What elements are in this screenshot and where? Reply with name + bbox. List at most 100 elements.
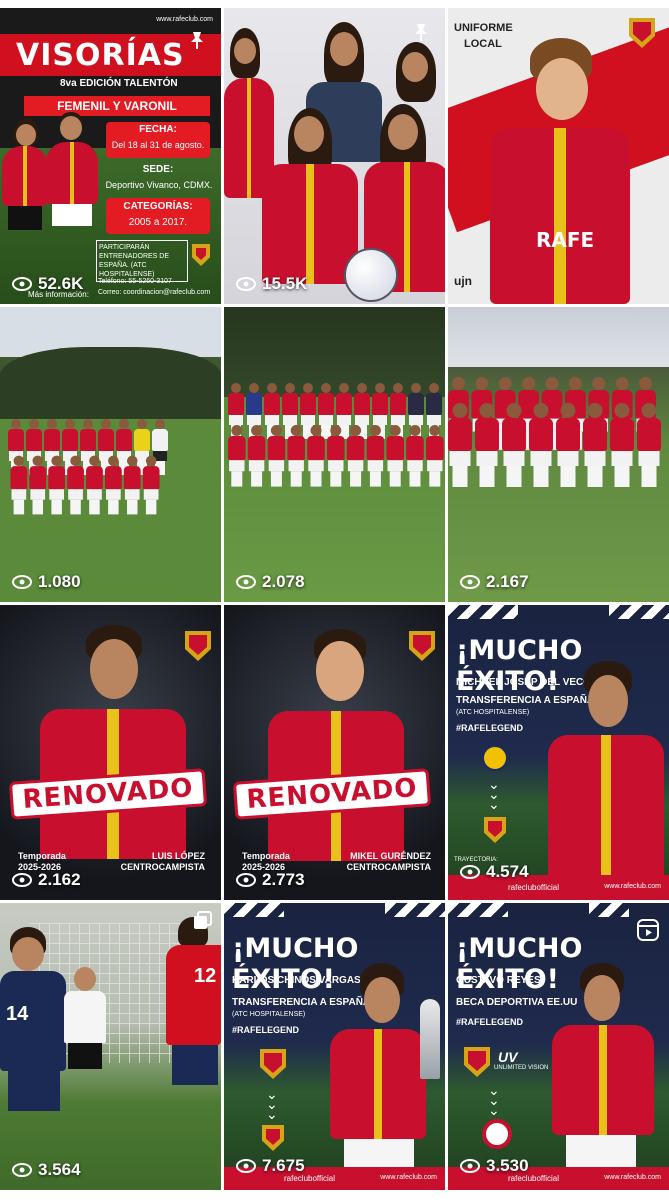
kit-brand-logo: ujn [454, 274, 472, 288]
eye-icon [236, 1159, 256, 1173]
eye-icon [460, 1159, 480, 1173]
player-boy-image [42, 112, 100, 282]
player-image [548, 661, 664, 881]
stripe-decoration [385, 903, 445, 917]
view-count-value: 2.167 [486, 572, 529, 591]
eye-icon [12, 873, 32, 887]
venue-value: Deportivo Vivanco, CDMX. [105, 180, 213, 190]
eye-icon [460, 575, 480, 589]
pin-icon [187, 30, 207, 50]
view-count-value: 2.162 [38, 870, 81, 889]
eye-icon [12, 277, 32, 291]
view-count-value: 2.773 [262, 870, 305, 889]
trees-background [0, 347, 221, 419]
hashtag: #RAFELEGEND [456, 1017, 524, 1027]
club-crest-icon [185, 631, 211, 661]
team-front-row [10, 455, 160, 515]
post-tile-training[interactable]: 14 12 3.564 [0, 903, 221, 1190]
post-tile-renovado-2[interactable]: RENOVADO Temporada 2025-2026 MIKEL GURÉN… [224, 605, 445, 900]
club-america-crest-icon [482, 745, 508, 771]
player-image [330, 963, 430, 1173]
stripe-decoration [448, 605, 518, 619]
stripe-decoration [589, 903, 629, 917]
hospitalense-crest-icon [262, 1125, 284, 1151]
view-count: 3.564 [12, 1160, 81, 1180]
post-tile-girls-team[interactable]: 15.5K [224, 8, 445, 304]
view-count-value: 15.5K [262, 274, 308, 293]
post-tile-team-photo-2[interactable]: 2.078 [224, 307, 445, 602]
view-count-value: 3.564 [38, 1160, 81, 1179]
chevron-down-icon: ⌄ ⌄ ⌄ [488, 1082, 500, 1118]
view-count-value: 7.675 [262, 1156, 305, 1175]
transfer-detail-club: (ATC HOSPITALENSE) [232, 1011, 306, 1018]
view-count-value: 52.6K [38, 274, 84, 293]
soccer-ball-image [344, 248, 398, 302]
pin-icon [411, 22, 431, 42]
view-count: 2.773 [236, 870, 305, 890]
social-handle: rafeclubofficial [508, 883, 559, 892]
edition-text: 8va EDICIÓN TALENTÓN [60, 78, 178, 89]
player-name: GUSTAVO REYES. [456, 975, 544, 986]
partner-logo: UV [498, 1049, 518, 1065]
view-count-value: 2.078 [262, 572, 305, 591]
partner-name: UNLIMITED VISION [494, 1065, 549, 1071]
date-label: FECHA: [139, 124, 177, 135]
post-tile-team-photo-3[interactable]: 2.167 [448, 307, 669, 602]
site-url: www.rafeclub.com [380, 1174, 437, 1181]
eye-icon [460, 865, 480, 879]
eye-icon [12, 575, 32, 589]
hashtag: #RAFELEGEND [232, 1025, 300, 1035]
player-name: LUIS LÓPEZ [151, 851, 205, 861]
jersey-sponsor: RAFE [536, 228, 595, 252]
post-tile-visorias[interactable]: www.rafeclub.com VISORÍAS 8va EDICIÓN TA… [0, 8, 221, 304]
transfer-detail-club: (ATC HOSPITALENSE) [456, 709, 530, 716]
post-tile-team-photo-1[interactable]: 1.080 [0, 307, 221, 602]
post-title: VISORÍAS [16, 38, 185, 73]
site-url: www.rafeclub.com [604, 883, 661, 890]
season-label: Temporada [18, 851, 66, 861]
category-label: CATEGORÍAS: [123, 201, 193, 212]
view-count: 2.167 [460, 572, 529, 592]
player-name: MIKEL GURÉNDEZ [350, 851, 431, 861]
post-tile-exito-reyes[interactable]: ¡MUCHO ÉXITO! GUSTAVO REYES. BECA DEPORT… [448, 903, 669, 1190]
club-crest-icon [260, 1049, 286, 1079]
player-image-red: 12 [166, 917, 221, 1177]
eye-icon [236, 277, 256, 291]
view-count-value: 4.574 [486, 862, 529, 881]
site-url: www.rafeclub.com [604, 1174, 661, 1181]
view-count: 2.078 [236, 572, 305, 592]
hashtag: #RAFELEGEND [456, 723, 524, 733]
phone-text: Teléfono: 55-5260-3107 [98, 278, 172, 285]
kit-label-line1: UNIFORME [454, 22, 513, 34]
team-front-row [228, 425, 444, 487]
stripe-decoration [224, 903, 284, 917]
view-count: 2.162 [12, 870, 81, 890]
player-kit-model-image: RAFE [490, 38, 640, 304]
player-image [548, 963, 658, 1173]
player-position: CENTROCAMPISTA [346, 862, 431, 872]
season-label: Temporada [242, 851, 290, 861]
eye-icon [236, 873, 256, 887]
date-value: Del 18 al 31 de agosto. [111, 140, 205, 150]
post-tile-home-kit[interactable]: UNIFORME LOCAL RAFE ujn [448, 8, 669, 304]
view-count: 3.530 [460, 1156, 529, 1176]
view-count: 4.574 [460, 862, 529, 882]
player-image-white [62, 967, 108, 1167]
view-count: 1.080 [12, 572, 81, 592]
trophy-image [420, 999, 440, 1079]
post-tile-renovado-1[interactable]: RENOVADO Temporada 2025-2026 LUIS LÓPEZ … [0, 605, 221, 900]
post-tile-exito-chinos[interactable]: ¡MUCHO ÉXITO! KARLOS CHINOS VARGAS TRANS… [224, 903, 445, 1190]
player-image-navy: 14 [0, 927, 70, 1187]
university-crest-icon [482, 1119, 512, 1149]
post-tile-exito-del-vecchio[interactable]: ¡MUCHO ÉXITO! MICHAEL JOSEP DEL VECCHIO … [448, 605, 669, 900]
email-text: Correo: coordinacion@rafeclub.com [98, 289, 211, 296]
player-position: CENTROCAMPISTA [120, 862, 205, 872]
venue-label: SEDE: [142, 164, 174, 175]
eye-icon [12, 1163, 32, 1177]
team-front-row [448, 403, 661, 487]
stripe-decoration [448, 903, 508, 917]
profile-post-grid: www.rafeclub.com VISORÍAS 8va EDICIÓN TA… [0, 0, 669, 1200]
brand-url: www.rafeclub.com [156, 16, 213, 23]
carousel-icon [193, 911, 213, 931]
view-count: 52.6K [12, 274, 83, 294]
